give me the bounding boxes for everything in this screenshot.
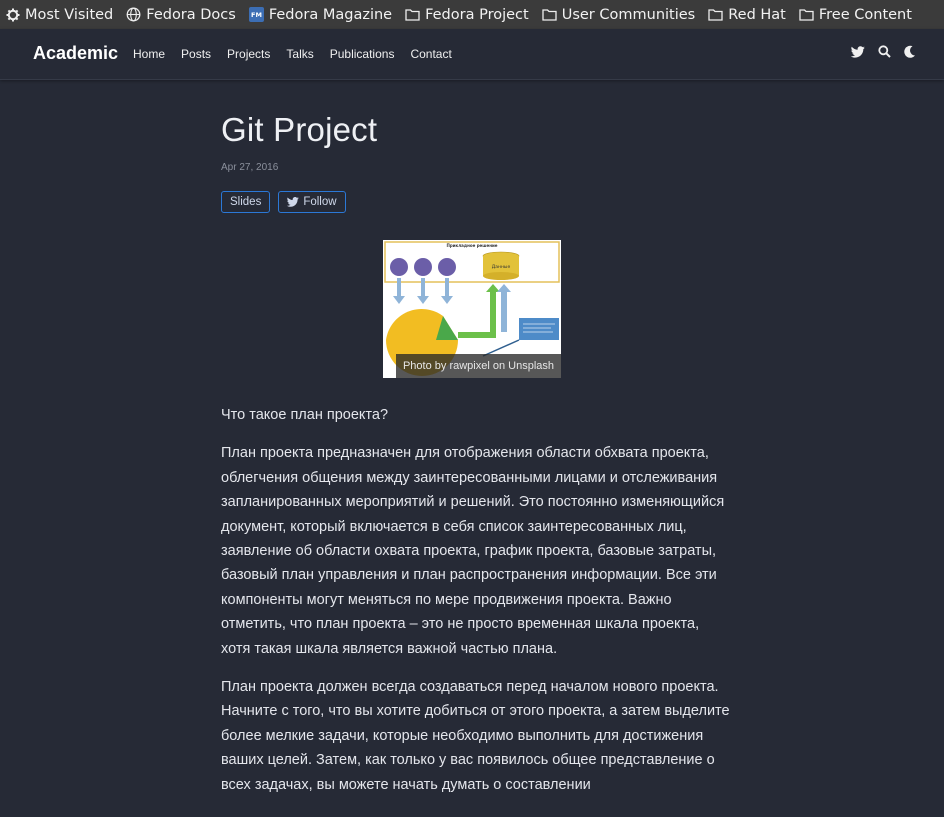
bookmark-user-communities[interactable]: User Communities [542,6,696,23]
bookmark-label: Fedora Magazine [268,6,393,23]
globe-icon [126,7,141,22]
image-caption[interactable]: Photo by rawpixel on Unsplash [395,354,561,378]
article-date: Apr 27, 2016 [221,162,279,173]
bookmark-most-visited[interactable]: Most Visited [6,7,113,23]
bookmark-label: Fedora Project [425,6,529,23]
bookmark-free-content[interactable]: Free Content [799,7,912,23]
twitter-icon[interactable] [851,45,865,58]
bookmark-label: Fedora Docs [146,6,236,23]
follow-button[interactable]: Follow [278,191,346,213]
bookmark-red-hat[interactable]: Red Hat [708,7,786,23]
folder-icon [799,9,814,21]
bookmarks-bar: Most Visited Fedora Docs FM Fedora Magaz… [0,0,944,29]
nav-link-home[interactable]: Home [133,47,165,61]
article-paragraph: План проекта предназначен для отображени… [221,445,725,657]
bookmark-fedora-project[interactable]: Fedora Project [405,7,529,23]
fm-icon: FM [248,7,264,22]
diagram-top-label: Прикладное решение [446,243,497,248]
nav-icons [838,45,916,58]
site-brand[interactable]: Academic [33,43,118,64]
article: Git Project Apr 27, 2016 Slides Follow П… [221,80,731,811]
bookmark-label: Most Visited [25,6,114,23]
nav-link-contact[interactable]: Contact [410,47,451,61]
diagram-db-label: Данные [492,264,511,270]
nav-link-talks[interactable]: Talks [286,47,313,61]
page-title: Git Project [221,111,378,148]
gear-icon [6,8,20,21]
folder-icon [405,9,420,21]
site-navbar: Academic Home Posts Projects Talks Publi… [0,29,944,80]
nav-link-posts[interactable]: Posts [181,47,211,61]
bookmark-fedora-magazine[interactable]: FM Fedora Magazine [248,6,393,23]
search-icon[interactable] [878,45,891,58]
slides-button-label: Slides [230,196,262,208]
svg-text:FM: FM [251,11,262,19]
article-content: Что такое план проекта? План проекта пре… [221,403,731,797]
article-buttons: Slides Follow [221,191,731,213]
article-paragraph: Что такое план проекта? [221,407,389,423]
bookmark-fedora-docs[interactable]: Fedora Docs [126,7,236,23]
article-paragraph: План проекта должен всегда создаваться п… [221,679,730,793]
slides-button[interactable]: Slides [221,191,271,213]
twitter-icon [287,197,300,207]
bookmark-label: Free Content [818,6,912,23]
nav-link-projects[interactable]: Projects [227,47,270,61]
bookmark-label: Red Hat [728,6,786,23]
folder-icon [542,9,557,21]
nav-links: Home Posts Projects Talks Publications C… [133,47,468,61]
follow-button-label: Follow [303,196,337,208]
folder-icon [708,9,723,21]
featured-image: Прикладное решение Данные Photo by rawpi… [383,240,561,378]
moon-icon[interactable] [904,45,916,58]
bookmark-label: User Communities [561,6,696,23]
nav-link-publications[interactable]: Publications [330,47,395,61]
